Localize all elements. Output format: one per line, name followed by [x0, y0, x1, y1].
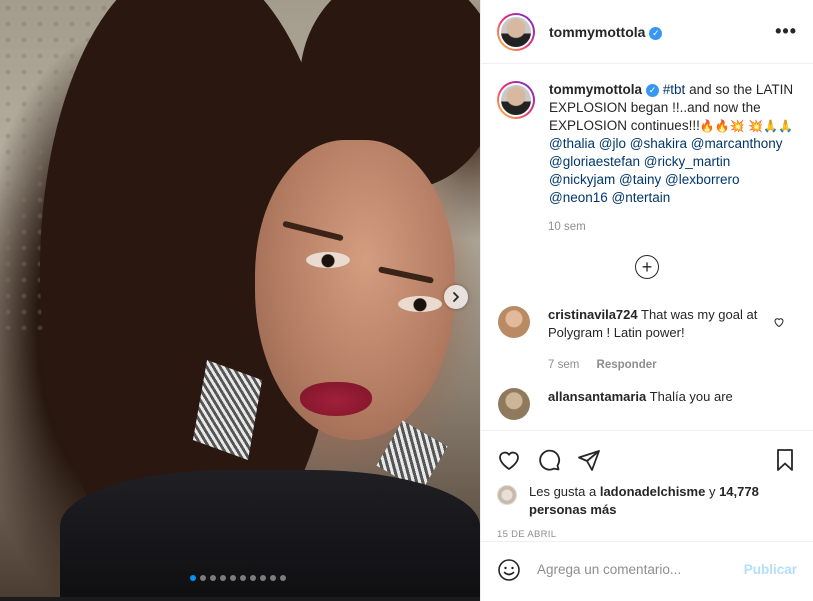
bookmark-icon[interactable]	[773, 448, 797, 472]
verified-icon: ✓	[649, 26, 663, 40]
heart-icon[interactable]	[773, 316, 785, 328]
comment-meta: 7 sem Responder	[548, 356, 758, 374]
caption-mention[interactable]: @jlo	[599, 136, 626, 151]
caption-time[interactable]: 10 sem	[548, 221, 797, 233]
load-more-comments-icon[interactable]: +	[635, 255, 659, 279]
caption-hashtag[interactable]: #tbt	[663, 82, 686, 97]
commenter-avatar[interactable]	[498, 306, 530, 338]
caption-mention[interactable]: @neon16	[549, 190, 608, 205]
post-actions: Les gusta a ladonadelchisme y 14,778 per…	[481, 430, 813, 540]
emoji-smiley-icon[interactable]	[497, 558, 521, 582]
carousel-dot	[240, 575, 246, 581]
caption-mentions: @thalia @jlo @shakira @marcanthony @glor…	[549, 136, 782, 205]
commenter-username[interactable]: allansantamaria	[548, 389, 646, 404]
comment-composer: Publicar	[481, 541, 813, 597]
liker-avatar[interactable]	[497, 485, 517, 505]
post-media[interactable]	[0, 0, 480, 597]
carousel-dot	[220, 575, 226, 581]
caption-mention[interactable]: @ricky_martin	[644, 154, 730, 169]
comment-bubble-icon[interactable]	[537, 448, 561, 472]
comment: cristinavila724 That was my goal at Poly…	[497, 306, 797, 374]
likes-conj: y	[708, 484, 716, 499]
caption: tommymottola ✓ #tbt and so the LATIN EXPL…	[497, 81, 797, 207]
caption-avatar[interactable]	[497, 81, 535, 119]
post-panel: tommymottola ✓ ••• tommymottola ✓ #tbt and…	[480, 0, 813, 601]
publish-button[interactable]: Publicar	[744, 562, 797, 577]
eye-left	[306, 252, 350, 268]
carousel-dot	[190, 575, 196, 581]
bottom-strip	[0, 597, 480, 601]
comment-body: allansantamaria Thalía you are	[548, 388, 758, 420]
load-more: +	[497, 255, 797, 279]
caption-mention[interactable]: @ntertain	[612, 190, 671, 205]
caption-mention[interactable]: @lexborrero	[665, 172, 739, 187]
comment-text: Thalía you are	[649, 389, 733, 404]
post-header: tommymottola ✓ •••	[481, 0, 813, 64]
chevron-right-icon	[453, 292, 459, 302]
carousel-dot	[210, 575, 216, 581]
carousel-dot	[270, 575, 276, 581]
comment-body: cristinavila724 That was my goal at Poly…	[548, 306, 758, 374]
carousel-dot	[200, 575, 206, 581]
caption-text: tommymottola ✓ #tbt and so the LATIN EXPL…	[549, 81, 797, 207]
caption-mention[interactable]: @gloriaestefan	[549, 154, 640, 169]
carousel-indicator	[190, 575, 286, 581]
carousel-dot	[230, 575, 236, 581]
author-username-text[interactable]: tommymottola	[549, 24, 645, 40]
eye-right	[398, 296, 442, 312]
commenter-avatar[interactable]	[498, 388, 530, 420]
likes-prefix: Les gusta a	[529, 484, 597, 499]
author-username[interactable]: tommymottola ✓	[549, 24, 663, 40]
caption-username[interactable]: tommymottola	[549, 82, 642, 97]
more-options-icon[interactable]: •••	[775, 21, 797, 42]
lips	[300, 382, 372, 416]
likes-summary: Les gusta a ladonadelchisme y 14,778 per…	[481, 479, 813, 519]
carousel-dot	[260, 575, 266, 581]
comments-scroll[interactable]: tommymottola ✓ #tbt and so the LATIN EXPL…	[481, 65, 813, 430]
carousel-dot	[280, 575, 286, 581]
caption-mention[interactable]: @shakira	[630, 136, 687, 151]
likes-text: Les gusta a ladonadelchisme y 14,778 per…	[529, 483, 797, 519]
caption-mention[interactable]: @nickyjam	[549, 172, 615, 187]
reply-button[interactable]: Responder	[597, 359, 657, 371]
share-plane-icon[interactable]	[577, 448, 601, 472]
caption-mention[interactable]: @tainy	[619, 172, 661, 187]
caption-mention[interactable]: @thalia	[549, 136, 595, 151]
caption-mention[interactable]: @marcanthony	[691, 136, 783, 151]
carousel-next-button[interactable]	[444, 285, 468, 309]
pray-emoji-icon: 💥🙏🙏	[748, 119, 794, 133]
comment-input[interactable]	[537, 562, 744, 577]
verified-icon: ✓	[646, 84, 660, 97]
carousel-dot	[250, 575, 256, 581]
like-heart-icon[interactable]	[497, 448, 521, 472]
author-avatar[interactable]	[497, 12, 535, 51]
fire-emoji-icon: 🔥🔥💥	[699, 119, 745, 133]
commenter-username[interactable]: cristinavila724	[548, 307, 638, 322]
action-icons	[481, 431, 813, 479]
comment-time[interactable]: 7 sem	[548, 359, 579, 371]
comment: allansantamaria Thalía you are	[497, 388, 797, 420]
post-date[interactable]: 15 DE ABRIL	[481, 519, 813, 540]
liker-username[interactable]: ladonadelchisme	[600, 484, 705, 499]
